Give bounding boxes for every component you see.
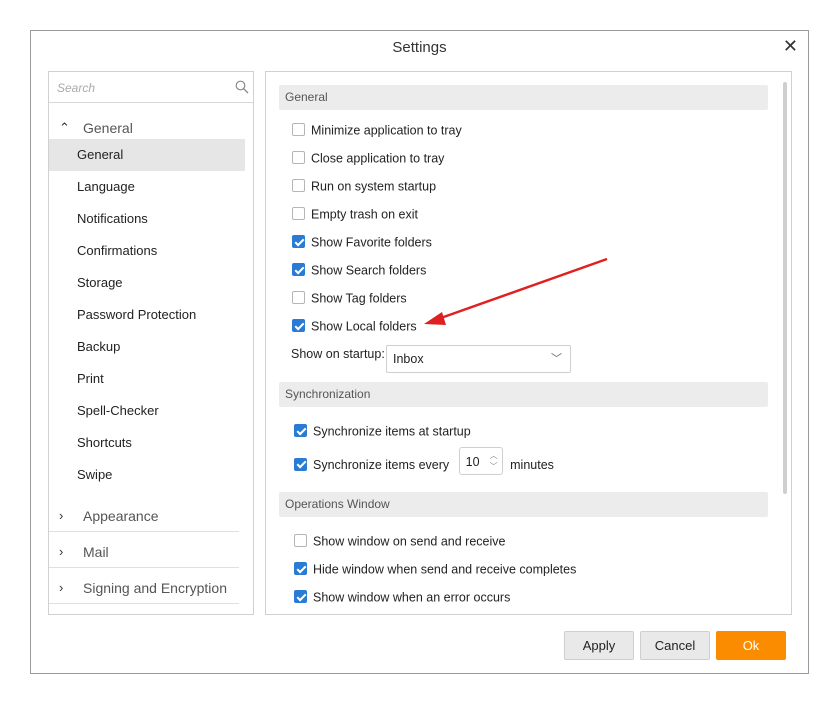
- checkbox-checked[interactable]: [292, 319, 305, 333]
- checkbox[interactable]: [292, 207, 305, 221]
- sync-interval-value: 10: [465, 455, 480, 469]
- checkbox[interactable]: [292, 179, 305, 193]
- sidebar-item-shortcuts[interactable]: Shortcuts: [49, 427, 245, 459]
- sync-interval-stepper[interactable]: 10 ︿ ﹀: [458, 447, 503, 475]
- section-header-operations-window: Operations Window: [279, 492, 768, 517]
- chevron-right-icon: ›: [59, 580, 64, 595]
- sidebar-item-confirmations[interactable]: Confirmations: [49, 235, 245, 267]
- nav-group-label: General: [83, 120, 133, 136]
- sidebar-item-print[interactable]: Print: [49, 363, 245, 395]
- nav-group-label: Signing and Encryption: [83, 580, 227, 596]
- chevron-right-icon: ›: [59, 544, 64, 559]
- settings-dialog: Settings ✕ ⌃ General General Language No…: [30, 30, 809, 674]
- nav-group-label: Mail: [83, 544, 109, 560]
- startup-label: Show on startup:: [291, 347, 385, 361]
- option-minimize-to-tray[interactable]: Minimize application to tray: [292, 121, 462, 141]
- search-input[interactable]: [55, 78, 229, 98]
- checkbox[interactable]: [292, 291, 305, 305]
- startup-select-value: Inbox: [393, 352, 424, 366]
- cancel-button[interactable]: Cancel: [640, 631, 710, 660]
- checkbox-checked[interactable]: [294, 562, 307, 576]
- option-show-favorite-folders[interactable]: Show Favorite folders: [292, 233, 432, 253]
- checkbox-checked[interactable]: [294, 590, 307, 604]
- nav-group-mail[interactable]: › Mail: [49, 544, 239, 568]
- startup-select[interactable]: Inbox ﹀: [386, 345, 571, 373]
- checkbox[interactable]: [294, 534, 307, 548]
- sidebar-item-storage[interactable]: Storage: [49, 267, 245, 299]
- stepper-up-icon[interactable]: ︿: [490, 452, 498, 460]
- option-close-to-tray[interactable]: Close application to tray: [292, 149, 444, 169]
- ok-button[interactable]: Ok: [716, 631, 786, 660]
- scrollbar[interactable]: [783, 82, 787, 494]
- checkbox-checked[interactable]: [294, 457, 307, 471]
- sidebar-item-general[interactable]: General: [49, 139, 245, 171]
- checkbox[interactable]: [292, 151, 305, 165]
- option-empty-trash[interactable]: Empty trash on exit: [292, 205, 418, 225]
- search-icon[interactable]: [235, 80, 249, 94]
- checkbox[interactable]: [292, 123, 305, 137]
- option-hide-window-complete[interactable]: Hide window when send and receive comple…: [294, 560, 576, 580]
- sidebar-item-swipe[interactable]: Swipe: [49, 459, 245, 491]
- sidebar-item-password-protection[interactable]: Password Protection: [49, 299, 245, 331]
- nav-group-appearance[interactable]: › Appearance: [49, 508, 239, 532]
- sidebar-item-backup[interactable]: Backup: [49, 331, 245, 363]
- option-sync-every[interactable]: Synchronize items every 10 ︿ ﹀ minutes: [294, 447, 554, 475]
- sidebar-item-spell-checker[interactable]: Spell-Checker: [49, 395, 245, 427]
- checkbox-checked[interactable]: [294, 424, 307, 438]
- section-header-synchronization: Synchronization: [279, 382, 768, 407]
- settings-content: General Minimize application to tray Clo…: [265, 71, 792, 615]
- sidebar-item-notifications[interactable]: Notifications: [49, 203, 245, 235]
- option-show-window-send-receive[interactable]: Show window on send and receive: [294, 532, 505, 552]
- option-run-on-startup[interactable]: Run on system startup: [292, 177, 436, 197]
- option-show-local-folders[interactable]: Show Local folders: [292, 317, 417, 337]
- chevron-down-icon: ﹀: [551, 353, 562, 365]
- sidebar-item-language[interactable]: Language: [49, 171, 245, 203]
- dialog-title: Settings: [392, 39, 447, 56]
- option-show-tag-folders[interactable]: Show Tag folders: [292, 289, 407, 309]
- checkbox-checked[interactable]: [292, 263, 305, 277]
- option-show-window-error[interactable]: Show window when an error occurs: [294, 588, 510, 608]
- settings-sidebar: ⌃ General General Language Notifications…: [48, 71, 254, 615]
- option-show-search-folders[interactable]: Show Search folders: [292, 261, 426, 281]
- apply-button[interactable]: Apply: [564, 631, 634, 660]
- chevron-right-icon: ›: [59, 508, 64, 523]
- search-box: [49, 72, 253, 103]
- stepper-down-icon[interactable]: ﹀: [490, 463, 498, 471]
- checkbox-checked[interactable]: [292, 235, 305, 249]
- nav-group-signing-encryption[interactable]: › Signing and Encryption: [49, 580, 239, 604]
- nav-group-label: Appearance: [83, 508, 159, 524]
- close-icon[interactable]: ✕: [783, 36, 798, 57]
- section-header-general: General: [279, 85, 768, 110]
- chevron-up-icon: ⌃: [59, 120, 70, 135]
- option-sync-at-startup[interactable]: Synchronize items at startup: [294, 422, 471, 442]
- minutes-label: minutes: [510, 458, 554, 472]
